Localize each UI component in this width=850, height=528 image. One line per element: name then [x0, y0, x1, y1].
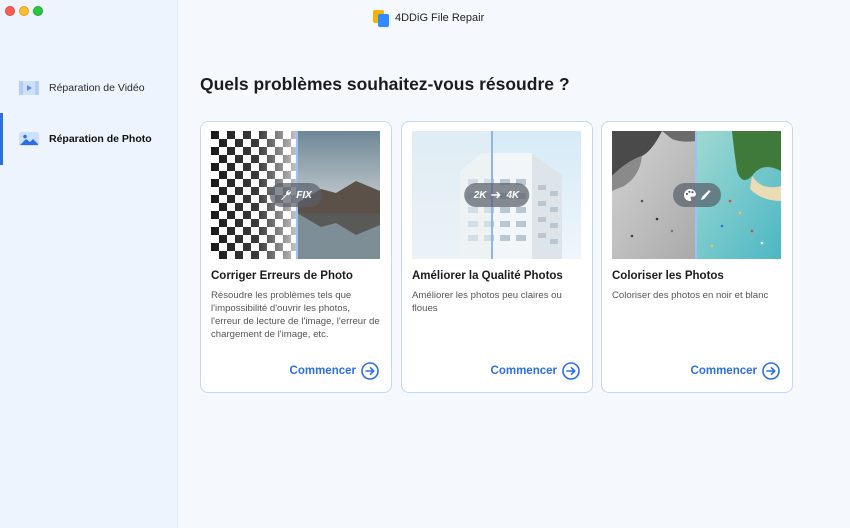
wrench-icon [280, 190, 291, 201]
palette-brush-icon [683, 188, 710, 201]
card-description: Améliorer les photos peu claires ou flou… [412, 290, 562, 314]
card-thumbnail [612, 131, 781, 259]
title-bar: 4DDiG File Repair [0, 0, 850, 36]
fix-badge: FIX [269, 183, 322, 207]
close-window-button[interactable] [5, 6, 15, 16]
start-button-label: Commencer [690, 365, 757, 377]
app-window: Réparation de Vidéo Réparation de Photo … [0, 0, 850, 528]
colorize-badge [672, 183, 721, 207]
arrow-right-circle-icon [361, 362, 379, 380]
sidebar-item-photo-repair[interactable]: Réparation de Photo [0, 113, 178, 165]
sidebar-item-video-repair[interactable]: Réparation de Vidéo [0, 62, 178, 114]
card-colorize-photos[interactable]: Coloriser les Photos Coloriser des photo… [601, 121, 793, 393]
badge-to-label: 4K [506, 189, 520, 201]
sidebar-item-label: Réparation de Photo [49, 133, 152, 145]
minimize-window-button[interactable] [19, 6, 29, 16]
fix-badge-label: FIX [296, 189, 312, 201]
start-button-label: Commencer [289, 365, 356, 377]
card-enhance-photo-quality[interactable]: 2K 4K Améliorer la Qualité Photos Amélio… [401, 121, 593, 393]
video-icon [19, 81, 39, 95]
arrow-right-circle-icon [762, 362, 780, 380]
card-title: Améliorer la Qualité Photos [412, 270, 563, 282]
card-thumbnail: 2K 4K [412, 131, 581, 259]
photo-icon [19, 132, 39, 146]
start-button[interactable]: Commencer [691, 362, 780, 380]
card-fix-photo-errors[interactable]: FIX Corriger Erreurs de Photo Résoudre l… [200, 121, 392, 393]
page-title: Quels problèmes souhaitez-vous résoudre … [200, 74, 570, 94]
app-title: 4DDiG File Repair [373, 9, 484, 27]
arrow-right-icon [491, 191, 501, 199]
resolution-badge: 2K 4K [463, 183, 530, 207]
app-logo-icon [373, 9, 389, 27]
start-button[interactable]: Commencer [290, 362, 379, 380]
card-title: Corriger Erreurs de Photo [211, 270, 353, 282]
start-button-label: Commencer [490, 365, 557, 377]
sidebar: Réparation de Vidéo Réparation de Photo [0, 0, 178, 528]
card-title: Coloriser les Photos [612, 270, 724, 282]
card-description: Coloriser des photos en noir et blanc [612, 290, 769, 301]
sidebar-item-label: Réparation de Vidéo [49, 82, 145, 94]
start-button[interactable]: Commencer [491, 362, 580, 380]
maximize-window-button[interactable] [33, 6, 43, 16]
card-description: Résoudre les problèmes tels que l'imposs… [211, 290, 380, 340]
badge-from-label: 2K [473, 189, 487, 201]
app-title-text: 4DDiG File Repair [395, 12, 485, 24]
arrow-right-circle-icon [562, 362, 580, 380]
card-thumbnail: FIX [211, 131, 380, 259]
